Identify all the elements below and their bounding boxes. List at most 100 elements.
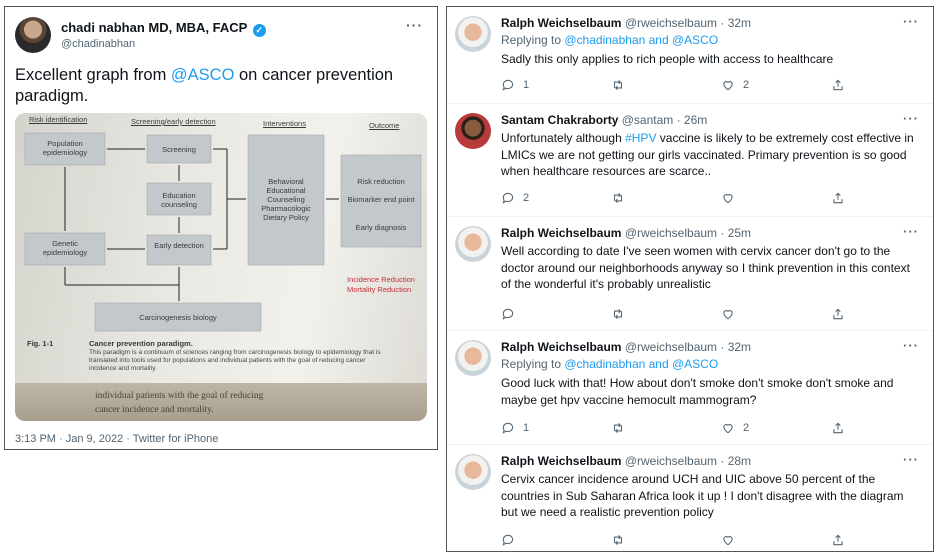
caption-line-2: translated into tools used for populatio… <box>89 357 366 364</box>
reply-text: Unfortunately although #HPV vaccine is l… <box>501 131 914 178</box>
reply-header: Ralph Weichselbaum @rweichselbaum · 32m <box>501 340 752 354</box>
retweet-button[interactable] <box>611 191 633 205</box>
share-button[interactable] <box>831 421 845 435</box>
main-tweet[interactable]: chadi nabhan MD, MBA, FACP ✓ @chadinabha… <box>4 6 438 450</box>
box-behavioral: Behavioral Educational Counseling Pharma… <box>261 177 311 222</box>
verified-badge-icon: ✓ <box>252 24 266 37</box>
retweet-icon <box>613 534 623 546</box>
share-icon <box>833 422 843 434</box>
reply-icon <box>502 422 514 434</box>
reply-tweet[interactable]: Ralph Weichselbaum @rweichselbaum · 32m … <box>447 7 933 104</box>
heart-icon <box>723 194 733 204</box>
more-options-icon[interactable]: ··· <box>903 14 919 29</box>
box-early-detection: Early detection <box>154 241 204 250</box>
reply-tweet[interactable]: Ralph Weichselbaum @rweichselbaum · 25m … <box>447 217 933 331</box>
photo-lower-text: individual patients with the goal of red… <box>95 391 264 415</box>
box-carcinogenesis: Carcinogenesis biology <box>139 313 217 322</box>
avatar[interactable] <box>455 454 491 490</box>
more-options-icon[interactable]: ··· <box>406 17 423 33</box>
share-button[interactable] <box>831 533 845 547</box>
tweet-header: chadi nabhan MD, MBA, FACP ✓ @chadinabha… <box>15 17 427 57</box>
retweet-button[interactable] <box>611 533 633 547</box>
avatar[interactable] <box>455 226 491 262</box>
caption-line-1: This paradigm is a continuum of sciences… <box>89 349 381 356</box>
reply-icon <box>502 79 514 91</box>
tweet-photo[interactable]: Risk identification Screening/early dete… <box>15 113 427 421</box>
caption-line-3: incidence and mortality. <box>89 365 157 372</box>
reply-icon <box>502 192 514 204</box>
mention-link[interactable]: @ASCO <box>171 66 235 84</box>
retweet-button[interactable] <box>611 421 633 435</box>
reply-button[interactable]: 1 <box>501 421 529 435</box>
reply-text: Well according to date I've seen women w… <box>501 244 910 291</box>
tweet-timestamp[interactable]: 3:13 PM · Jan 9, 2022 · Twitter for iPho… <box>15 433 218 445</box>
diagram-lines <box>15 132 427 386</box>
share-button[interactable] <box>831 78 845 92</box>
heart-icon <box>723 81 733 91</box>
replying-to: Replying to @chadinabhan and @ASCO <box>501 33 719 47</box>
box-genetic: Genetic epidemiology <box>42 239 88 257</box>
retweet-button[interactable] <box>611 78 633 92</box>
retweet-icon <box>613 79 623 91</box>
like-button[interactable] <box>721 307 743 321</box>
reply-icon <box>502 534 514 546</box>
action-bar <box>501 307 901 323</box>
reply-button[interactable] <box>501 307 523 321</box>
outcome-3: Early diagnosis <box>355 223 407 232</box>
like-button[interactable]: 2 <box>721 421 749 435</box>
avatar[interactable] <box>15 17 51 53</box>
action-bar: 2 <box>501 191 901 207</box>
share-icon <box>833 79 843 91</box>
more-options-icon[interactable]: ··· <box>903 338 919 353</box>
red-text-1: Incidence Reduction <box>347 275 415 284</box>
reply-button[interactable]: 2 <box>501 191 529 205</box>
heart-icon <box>723 424 733 434</box>
retweet-icon <box>613 422 623 434</box>
header-interventions: Interventions <box>263 119 306 128</box>
heart-icon <box>723 536 733 546</box>
red-text-2: Mortality Reduction <box>347 285 412 294</box>
like-button[interactable]: 2 <box>721 78 749 92</box>
fig-label: Fig. 1-1 <box>27 339 54 348</box>
retweet-icon <box>613 192 623 204</box>
outcome-2: Biomarker end point <box>347 195 415 204</box>
avatar[interactable] <box>455 16 491 52</box>
more-options-icon[interactable]: ··· <box>903 111 919 126</box>
reply-tweet[interactable]: Ralph Weichselbaum @rweichselbaum · 28m … <box>447 445 933 551</box>
avatar[interactable] <box>455 113 491 149</box>
tweet-text: Excellent graph from @ASCO on cancer pre… <box>15 66 394 105</box>
caption-title: Cancer prevention paradigm. <box>89 339 193 348</box>
share-button[interactable] <box>831 191 845 205</box>
reply-tweet[interactable]: Ralph Weichselbaum @rweichselbaum · 32m … <box>447 331 933 445</box>
author-name[interactable]: chadi nabhan MD, MBA, FACP ✓ <box>61 20 266 37</box>
hashtag-link[interactable]: #HPV <box>625 131 656 145</box>
share-button[interactable] <box>831 307 845 321</box>
reply-header: Ralph Weichselbaum @rweichselbaum · 28m <box>501 454 752 468</box>
replies-thread: Ralph Weichselbaum @rweichselbaum · 32m … <box>446 6 934 552</box>
outcome-1: Risk reduction <box>357 177 405 186</box>
reply-text: Good luck with that! How about don't smo… <box>501 376 894 407</box>
author-handle[interactable]: @chadinabhan <box>61 38 135 50</box>
header-screening: Screening/early detection <box>131 117 216 126</box>
avatar[interactable] <box>455 340 491 376</box>
reply-text: Sadly this only applies to rich people w… <box>501 52 834 66</box>
reply-button[interactable]: 1 <box>501 78 529 92</box>
box-population: Population epidemiology <box>42 139 88 157</box>
share-icon <box>833 192 843 204</box>
box-education: Education counseling <box>161 191 197 209</box>
like-button[interactable] <box>721 533 743 547</box>
header-outcome: Outcome <box>369 121 400 130</box>
reply-button[interactable] <box>501 533 523 547</box>
replying-to: Replying to @chadinabhan and @ASCO <box>501 357 719 371</box>
share-icon <box>833 534 843 546</box>
reply-tweet[interactable]: Santam Chakraborty @santam · 26m ··· Unf… <box>447 104 933 217</box>
action-bar: 1 2 <box>501 78 901 94</box>
reply-header: Ralph Weichselbaum @rweichselbaum · 32m <box>501 16 752 30</box>
retweet-button[interactable] <box>611 307 633 321</box>
heart-icon <box>723 310 733 320</box>
more-options-icon[interactable]: ··· <box>903 224 919 239</box>
retweet-icon <box>613 308 623 320</box>
more-options-icon[interactable]: ··· <box>903 452 919 467</box>
like-button[interactable] <box>721 191 743 205</box>
action-bar: 1 2 <box>501 421 901 437</box>
